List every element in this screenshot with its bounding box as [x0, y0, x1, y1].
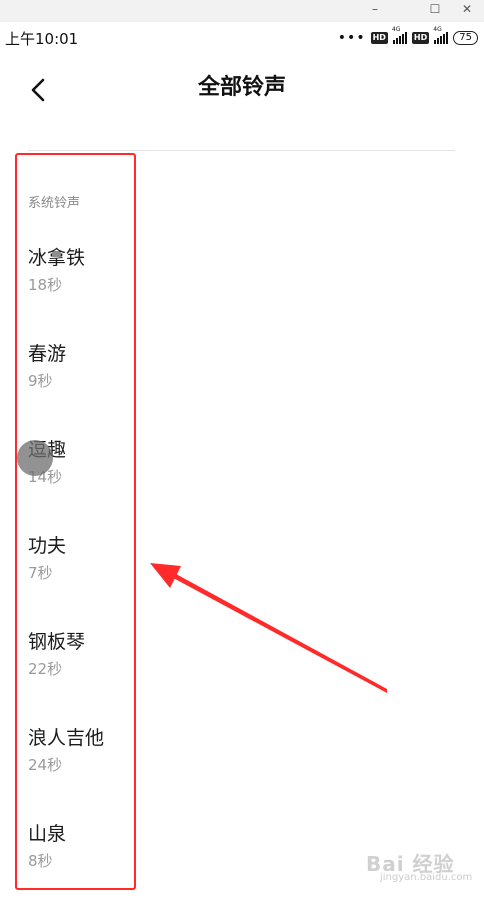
watermark-url: jingyan.baidu.com — [380, 872, 473, 883]
annotation-arrow-icon — [150, 563, 387, 693]
